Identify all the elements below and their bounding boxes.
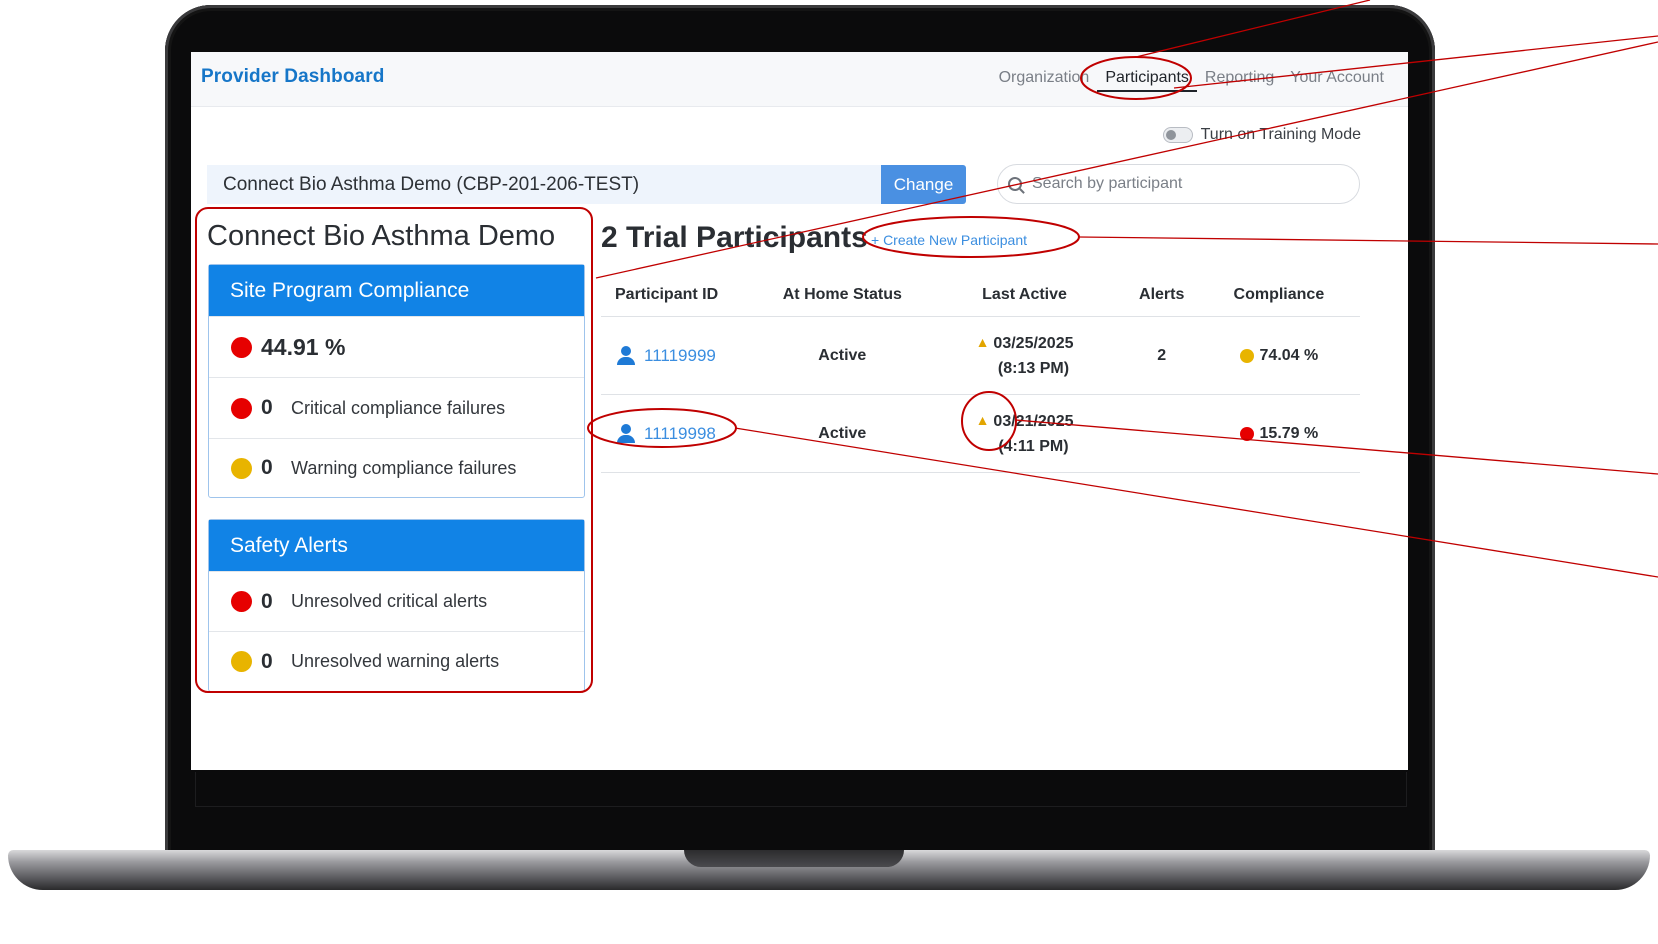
search-box[interactable] [997,164,1360,204]
warning-compliance-row: 0 Warning compliance failures [209,438,584,497]
last-active-date: 03/21/2025 [993,412,1074,430]
participant-link[interactable]: 11119999 [602,345,760,366]
column-header[interactable]: Compliance [1197,274,1360,317]
column-header[interactable]: Alerts [1125,274,1198,317]
nav-participants[interactable]: Participants [1097,69,1197,92]
compliance-cell: 15.79 % [1197,394,1360,473]
table-row[interactable]: 11119998 Active ▲ 03/21/2025 (4:11 PM) 1… [601,394,1360,473]
column-header[interactable]: Last Active [923,274,1126,317]
compliance-cell: 74.04 % [1197,316,1360,395]
yellow-status-dot [231,457,252,479]
warning-triangle-icon: ▲ [975,411,990,428]
participant-link[interactable]: 11119998 [602,423,760,444]
person-icon [616,423,636,444]
yellow-status-dot [231,651,252,672]
status-cell: Active [761,316,924,395]
participant-id-cell: 11119998 [601,394,762,473]
critical-compliance-label: Critical compliance failures [291,397,506,418]
red-status-dot [231,591,252,612]
safety-heading: Safety Alerts [209,520,584,571]
training-mode: Turn on Training Mode [1162,126,1361,144]
person-icon [616,345,636,366]
column-header[interactable]: At Home Status [761,274,924,317]
compliance-value: 74.04 % [1259,346,1319,364]
critical-alerts-count: 0 [261,589,273,613]
training-mode-label: Turn on Training Mode [1200,126,1361,143]
yellow-status-dot [1239,348,1254,363]
create-participant-link[interactable]: + Create New Participant [871,232,1027,248]
alerts-cell: 2 [1125,316,1198,395]
search-input[interactable] [1030,174,1334,194]
nav-your-account[interactable]: Your Account [1282,69,1392,92]
participant-id[interactable]: 11119998 [644,424,716,444]
last-active-time: (4:11 PM) [998,437,1069,455]
laptop-notch [684,850,904,867]
compliance-heading: Site Program Compliance [209,265,584,316]
critical-alerts-label: Unresolved critical alerts [291,591,488,611]
alerts-cell [1125,394,1198,473]
project-selector: Connect Bio Asthma Demo (CBP-201-206-TES… [207,165,881,204]
training-mode-toggle[interactable] [1162,127,1193,143]
last-active-time: (8:13 PM) [997,359,1070,377]
critical-alerts-row: 0 Unresolved critical alerts [209,571,584,631]
red-status-dot [231,397,252,419]
warning-triangle-icon: ▲ [975,333,990,350]
last-active-cell: ▲ 03/21/2025 (4:11 PM) [923,394,1126,473]
participants-table: Participant ID At Home Status Last Activ… [601,274,1360,473]
red-status-dot [1239,426,1254,441]
participant-id-cell: 11119999 [601,316,762,395]
last-active-date: 03/25/2025 [993,334,1074,352]
table-header-row: Participant ID At Home Status Last Activ… [601,274,1360,317]
warning-compliance-label: Warning compliance failures [291,457,517,478]
column-header[interactable]: Participant ID [601,274,762,317]
table-row[interactable]: 11119999 Active ▲ 03/25/2025 (8:13 PM) 2 [601,316,1360,395]
overall-compliance-row: 44.91 % [209,316,584,377]
critical-compliance-count: 0 [261,396,273,419]
warning-alerts-count: 0 [261,649,273,673]
compliance-value: 15.79 % [1259,424,1319,442]
participants-title: 2 Trial Participants [601,221,868,254]
last-active-cell: ▲ 03/25/2025 (8:13 PM) [923,316,1126,395]
main-nav: Organization Participants Reporting Your… [991,69,1392,92]
warning-compliance-count: 0 [261,456,273,479]
safety-card: Safety Alerts 0 Unresolved critical aler… [208,519,585,692]
participant-id[interactable]: 11119999 [644,346,716,366]
overall-compliance-value: 44.91 % [261,333,346,360]
nav-reporting[interactable]: Reporting [1197,69,1282,92]
warning-alerts-row: 0 Unresolved warning alerts [209,631,584,691]
study-title: Connect Bio Asthma Demo [207,220,556,252]
brand-title[interactable]: Provider Dashboard [201,66,384,88]
critical-compliance-row: 0 Critical compliance failures [209,377,584,438]
red-status-dot [231,336,252,358]
status-cell: Active [761,394,924,473]
compliance-card: Site Program Compliance 44.91 % 0 Critic… [208,264,585,498]
screen: Provider Dashboard Organization Particip… [191,52,1408,770]
search-icon [1008,177,1022,191]
laptop-chin [195,772,1407,807]
change-button[interactable]: Change [881,165,966,204]
nav-organization[interactable]: Organization [991,69,1098,92]
warning-alerts-label: Unresolved warning alerts [291,651,500,671]
navbar: Provider Dashboard Organization Particip… [191,52,1408,107]
